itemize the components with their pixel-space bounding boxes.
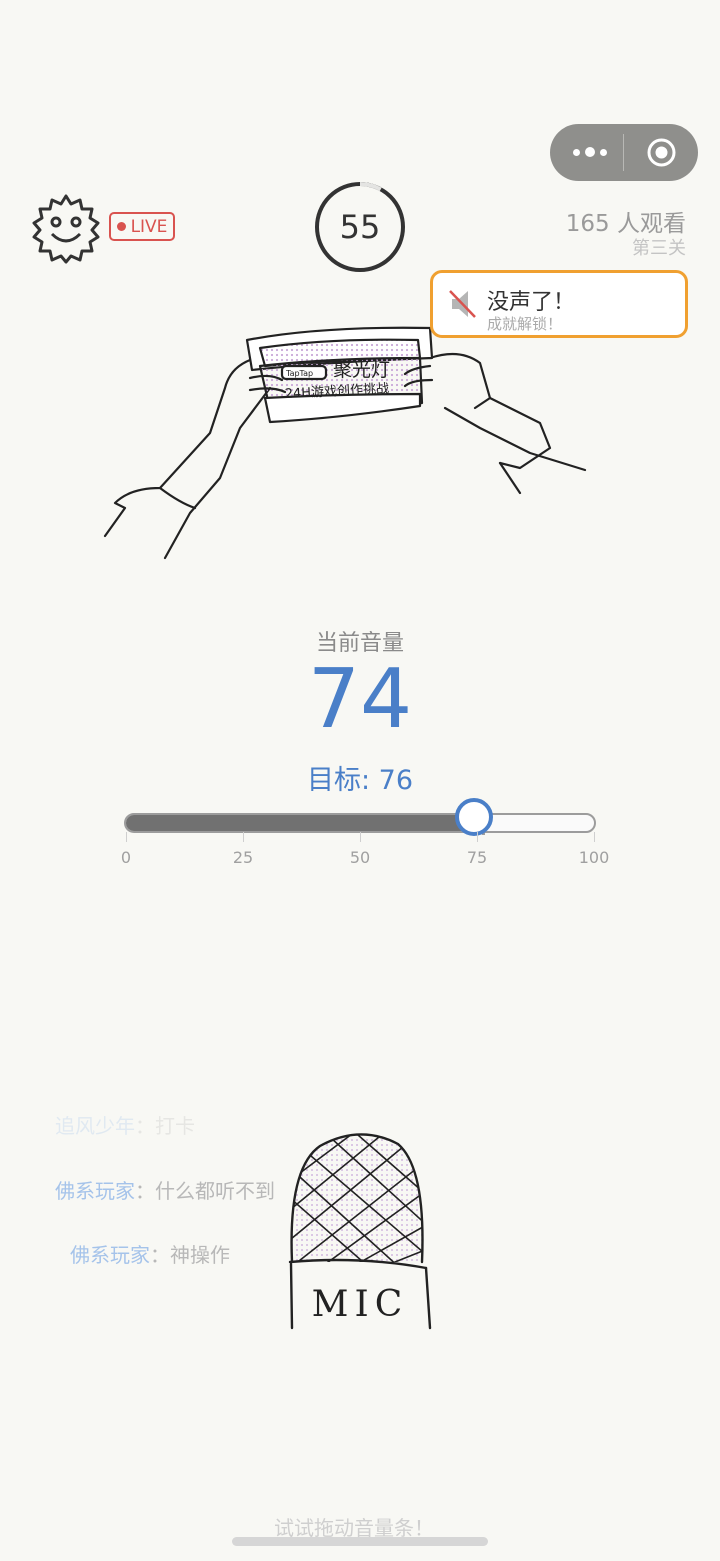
volume-slider-knob[interactable] [455, 798, 494, 836]
volume-slider-fill [126, 815, 473, 831]
chat-username: 佛系玩家 [70, 1243, 150, 1267]
countdown-number: 55 [339, 208, 381, 246]
capsule-divider [623, 134, 624, 171]
viewer-count: 165 人观看 [565, 211, 686, 237]
slider-tick [243, 832, 244, 842]
target-volume-label: 目标: 76 [306, 765, 414, 796]
chat-username: 追风少年 [55, 1114, 135, 1138]
slider-tick [126, 832, 127, 842]
achievement-toast: 没声了！ 成就解锁！ [430, 270, 688, 338]
sign-title-text: 聚光灯 [333, 359, 390, 381]
chat-text: 什么都听不到 [155, 1179, 275, 1203]
chat-separator: ： [135, 1179, 155, 1203]
mic-label: MIC [312, 1284, 409, 1325]
mini-program-capsule [550, 124, 698, 181]
hands-holding-sign-illustration: TapTap 聚光灯 24H游戏创作挑战 [103, 326, 587, 560]
current-volume-value: 74 [307, 652, 413, 747]
sign-badge-text: TapTap [285, 369, 313, 378]
slider-tick-label: 50 [349, 848, 371, 867]
slider-tick-label: 25 [232, 848, 254, 867]
chat-text: 神操作 [170, 1243, 230, 1267]
volume-slider[interactable] [124, 798, 596, 836]
chat-separator: ： [135, 1114, 155, 1138]
live-dot [116, 222, 126, 231]
toast-subtitle: 成就解锁！ [487, 315, 563, 333]
chat-message: 追风少年：打卡 [55, 1110, 195, 1139]
target-close-icon[interactable] [646, 137, 677, 168]
level-label: 第三关 [632, 238, 686, 259]
smiling-gear-icon[interactable] [30, 192, 102, 264]
slider-tick-label: 0 [120, 848, 132, 867]
toast-title: 没声了！ [487, 290, 576, 315]
slider-tick-label: 75 [466, 848, 488, 867]
live-label: LIVE [130, 216, 168, 237]
chat-text: 打卡 [155, 1114, 195, 1138]
chat-message: 佛系玩家：神操作 [70, 1239, 230, 1268]
chat-separator: ： [150, 1243, 170, 1267]
slider-tick-label: 100 [578, 848, 610, 867]
live-badge: LIVE [109, 212, 175, 241]
mute-speaker-icon [449, 290, 476, 318]
home-indicator [232, 1537, 488, 1546]
chat-message: 佛系玩家：什么都听不到 [55, 1175, 275, 1204]
slider-tick [594, 832, 595, 842]
slider-tick [360, 832, 361, 842]
chat-username: 佛系玩家 [55, 1179, 135, 1203]
more-dots-icon[interactable] [568, 135, 612, 169]
microphone-illustration[interactable]: MIC [280, 1128, 440, 1338]
slider-tick [477, 832, 478, 842]
